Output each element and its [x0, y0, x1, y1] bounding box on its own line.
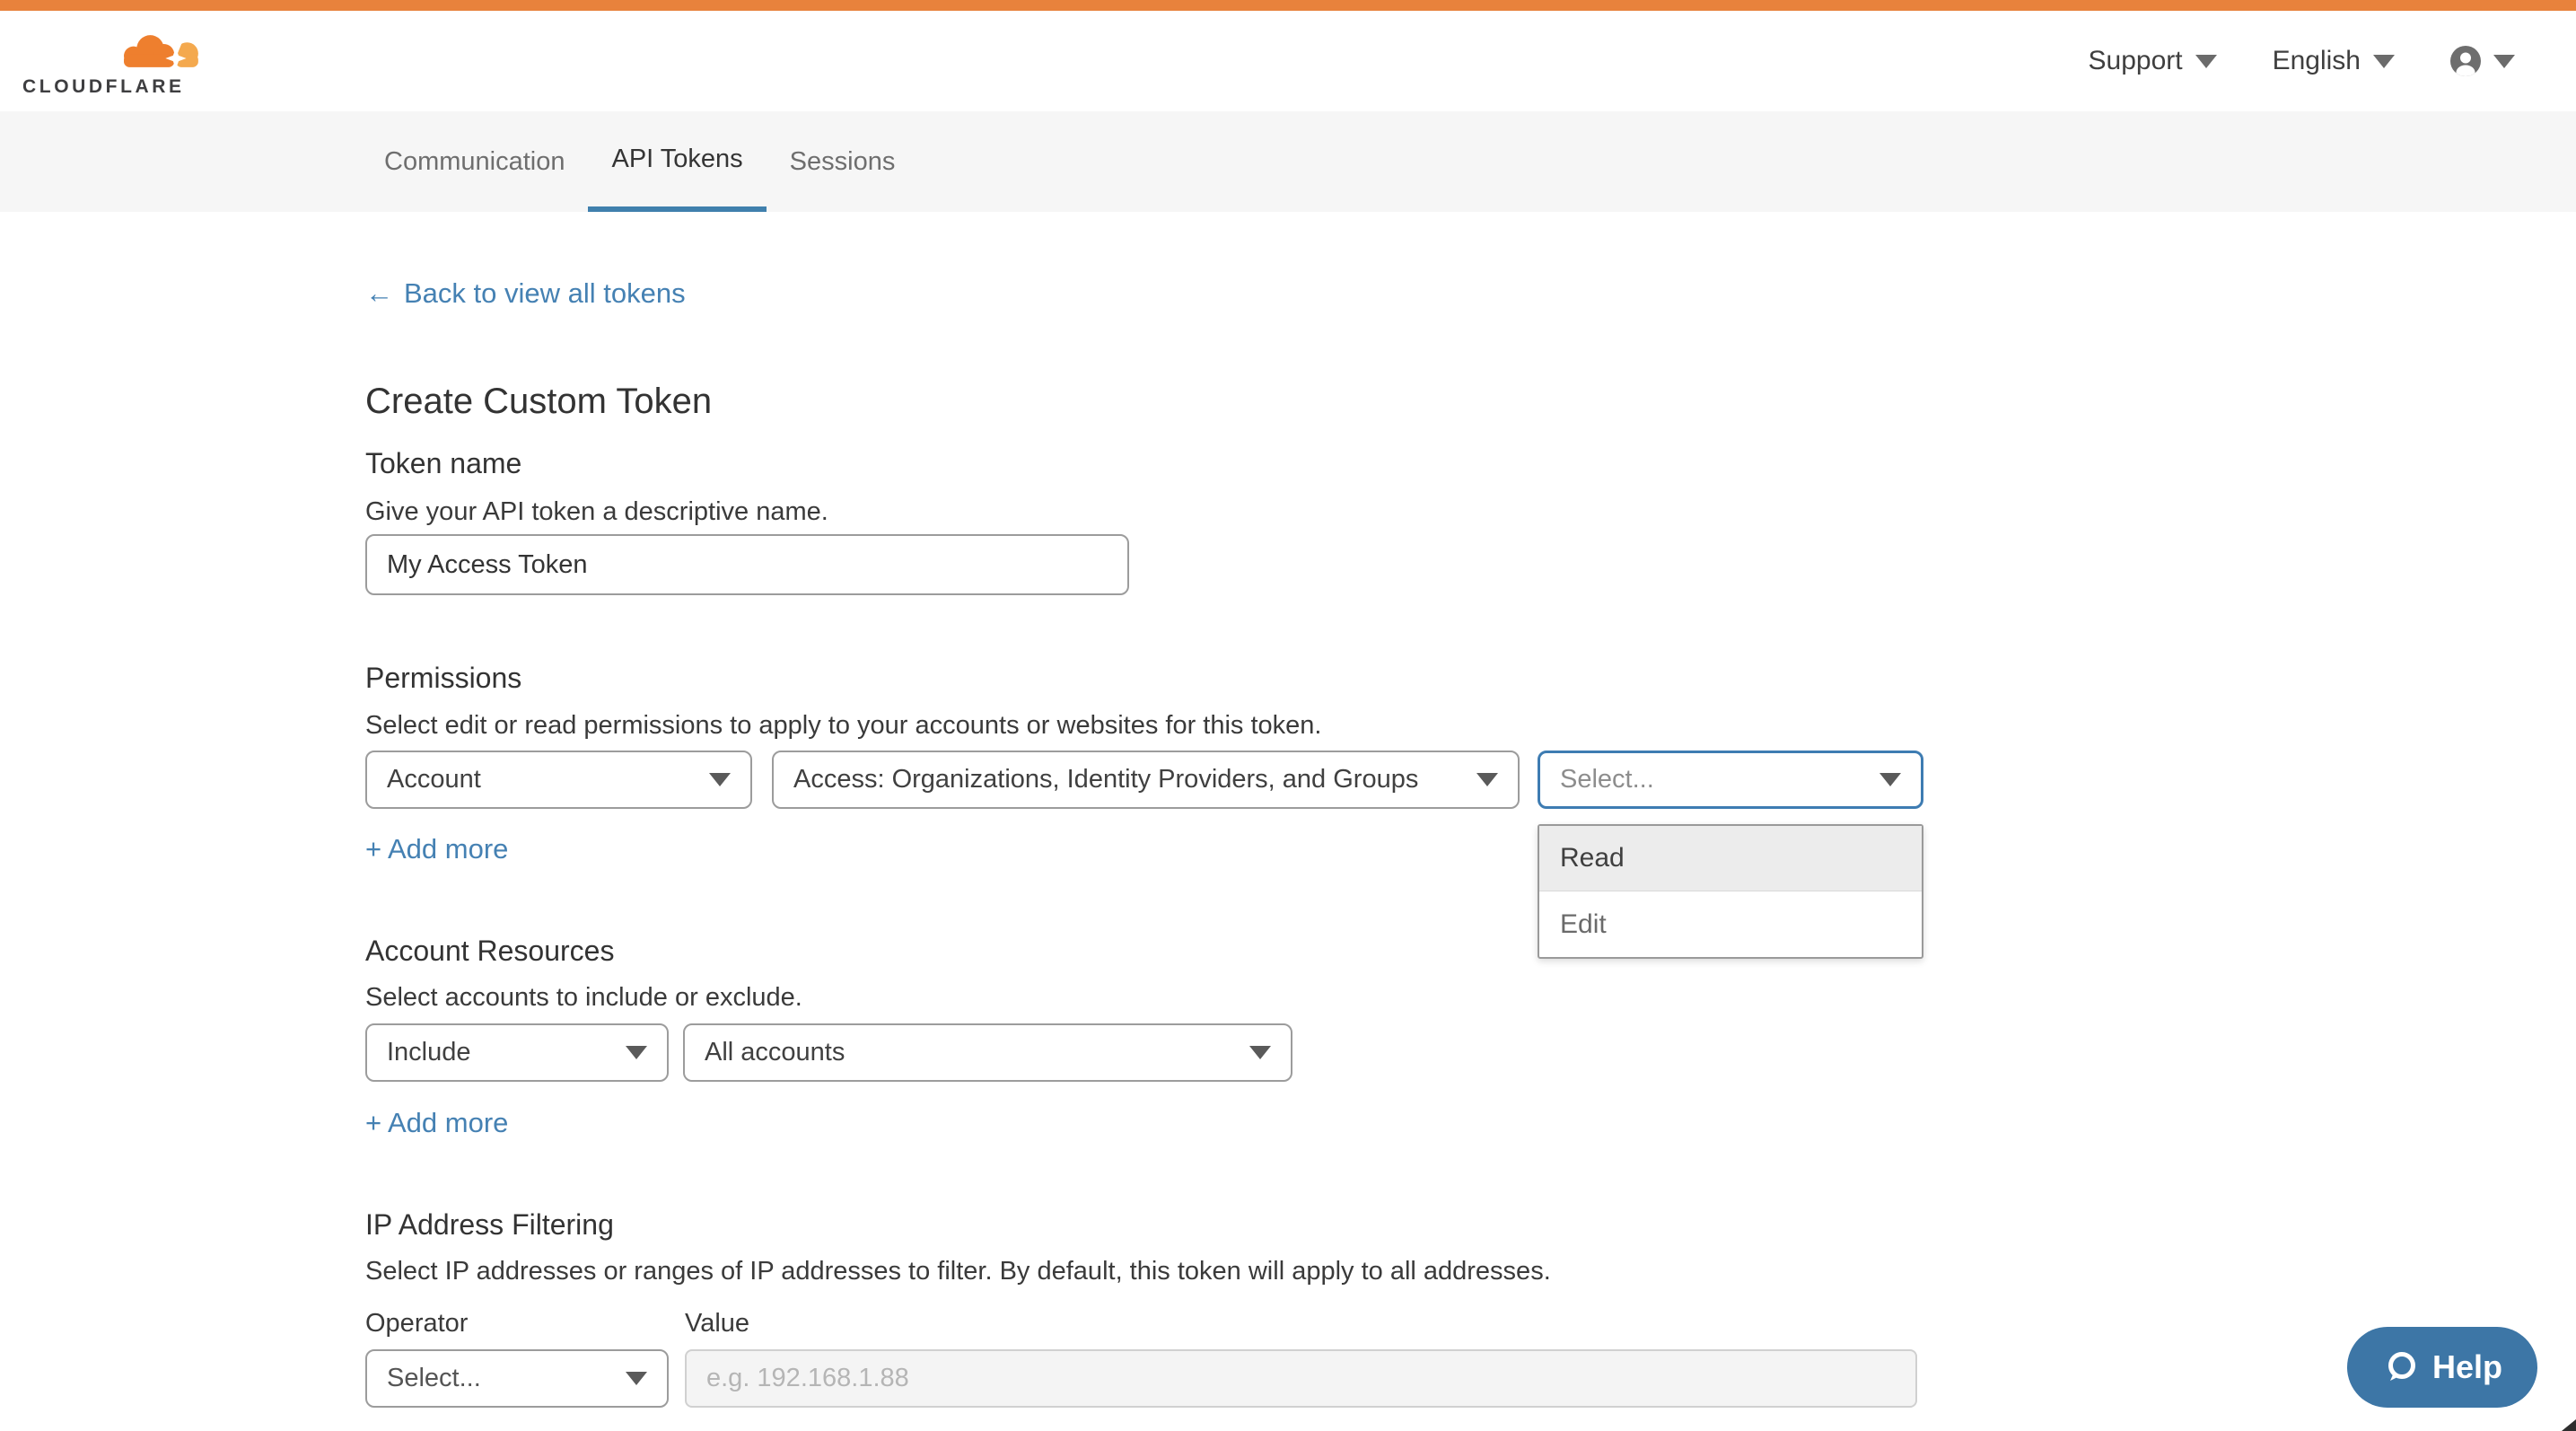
- permission-level-placeholder: Select...: [1560, 765, 1654, 795]
- tab-sessions[interactable]: Sessions: [767, 111, 919, 212]
- account-menu[interactable]: [2450, 46, 2515, 76]
- chevron-down-icon: [2373, 55, 2395, 68]
- support-menu[interactable]: Support: [2089, 46, 2217, 76]
- chevron-down-icon: [626, 1372, 647, 1385]
- account-scope-select[interactable]: All accounts: [683, 1023, 1292, 1082]
- account-resources-description: Select accounts to include or exclude.: [365, 982, 2576, 1013]
- chat-bubble-icon: [2382, 1348, 2420, 1386]
- back-link[interactable]: ← Back to view all tokens: [365, 277, 686, 310]
- permission-level-menu: Read Edit: [1538, 824, 1923, 959]
- cloudflare-logo[interactable]: CLOUDFLARE: [22, 29, 211, 98]
- language-menu-label: English: [2273, 46, 2361, 76]
- account-include-select[interactable]: Include: [365, 1023, 669, 1082]
- token-name-description: Give your API token a descriptive name.: [365, 496, 2576, 527]
- chevron-down-icon: [1879, 773, 1901, 786]
- permissions-row: Account Access: Organizations, Identity …: [365, 751, 2576, 809]
- token-name-input[interactable]: [365, 534, 1129, 595]
- add-more-permission-link[interactable]: + Add more: [365, 834, 508, 865]
- help-button[interactable]: Help: [2347, 1327, 2537, 1408]
- ip-filtering-heading: IP Address Filtering: [365, 1208, 2576, 1241]
- profile-tabs: Communication API Tokens Sessions: [0, 111, 2576, 212]
- app-header: CLOUDFLARE Support English: [0, 11, 2576, 111]
- permission-level-select[interactable]: Select... Read Edit: [1538, 751, 1923, 809]
- chevron-down-icon: [1476, 773, 1498, 786]
- permission-resource-select[interactable]: Access: Organizations, Identity Provider…: [772, 751, 1520, 809]
- chevron-down-icon: [2493, 55, 2515, 68]
- ip-filtering-description: Select IP addresses or ranges of IP addr…: [365, 1256, 2576, 1286]
- ip-operator-placeholder: Select...: [387, 1364, 481, 1393]
- support-menu-label: Support: [2089, 46, 2183, 76]
- chevron-down-icon: [626, 1046, 647, 1059]
- help-button-label: Help: [2432, 1348, 2502, 1386]
- page-title: Create Custom Token: [365, 380, 2576, 423]
- account-include-value: Include: [387, 1038, 471, 1067]
- token-name-heading: Token name: [365, 447, 2576, 479]
- add-more-account-link[interactable]: + Add more: [365, 1108, 508, 1138]
- chevron-down-icon: [709, 773, 731, 786]
- tab-communication[interactable]: Communication: [361, 111, 588, 212]
- chevron-down-icon: [1249, 1046, 1271, 1059]
- permissions-heading: Permissions: [365, 662, 2576, 694]
- permissions-description: Select edit or read permissions to apply…: [365, 710, 2576, 741]
- cloudflare-api-tokens-page: CLOUDFLARE Support English: [0, 0, 2576, 1431]
- corner-artifact: [2562, 1419, 2576, 1431]
- language-menu[interactable]: English: [2273, 46, 2395, 76]
- ip-filtering-row: Select...: [365, 1349, 2576, 1408]
- operator-label: Operator: [365, 1308, 685, 1339]
- create-token-form: ← Back to view all tokens Create Custom …: [0, 212, 2576, 1408]
- user-avatar-icon: [2450, 46, 2481, 76]
- account-scope-value: All accounts: [705, 1038, 845, 1067]
- left-arrow-icon: ←: [365, 277, 393, 310]
- account-resources-row: Include All accounts: [365, 1023, 2576, 1082]
- menu-item-edit[interactable]: Edit: [1539, 891, 1922, 957]
- chevron-down-icon: [2195, 55, 2217, 68]
- account-resources-heading: Account Resources: [365, 935, 2576, 967]
- back-link-label: Back to view all tokens: [404, 277, 686, 310]
- brand-accent-bar: [0, 0, 2576, 11]
- permission-scope-value: Account: [387, 765, 481, 795]
- cloudflare-logo-text: CLOUDFLARE: [22, 76, 211, 98]
- menu-item-read[interactable]: Read: [1539, 826, 1922, 891]
- ip-filtering-labels: Operator Value: [365, 1308, 2576, 1339]
- cloudflare-cloud-icon: [117, 29, 205, 74]
- header-nav: Support English: [2089, 11, 2515, 111]
- permission-resource-value: Access: Organizations, Identity Provider…: [793, 765, 1418, 795]
- value-label: Value: [685, 1308, 749, 1339]
- ip-value-input[interactable]: [685, 1349, 1917, 1408]
- tab-api-tokens[interactable]: API Tokens: [588, 111, 766, 212]
- permission-scope-select[interactable]: Account: [365, 751, 752, 809]
- ip-operator-select[interactable]: Select...: [365, 1349, 669, 1408]
